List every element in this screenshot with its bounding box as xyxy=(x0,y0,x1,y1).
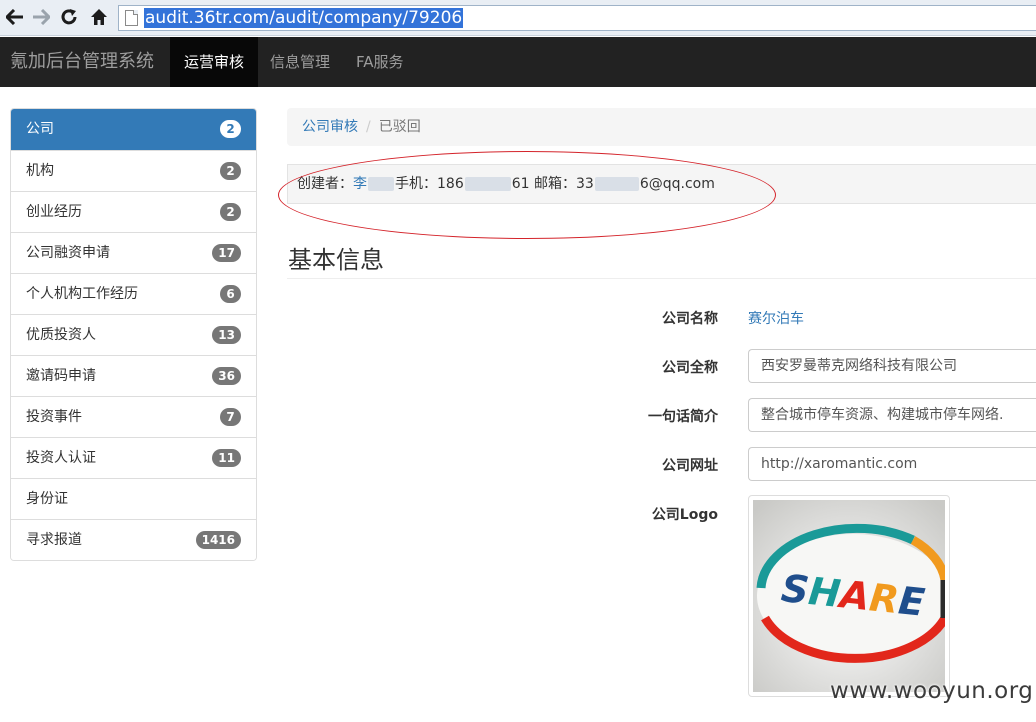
sidebar-item-label: 邀请码申请 xyxy=(26,368,96,384)
count-badge: 36 xyxy=(212,367,241,385)
sidebar-item-label: 寻求报道 xyxy=(26,532,82,548)
company-website-label: 公司网址 xyxy=(662,458,718,474)
arrow-right-icon[interactable] xyxy=(30,6,52,28)
sidebar-item-company[interactable]: 公司 2 xyxy=(11,109,256,150)
sidebar-item-investment-events[interactable]: 投资事件 7 xyxy=(11,396,256,437)
sidebar: 公司 2 机构 2 创业经历 2 公司融资申请 17 个人机构工作经历 6 优质… xyxy=(10,108,257,561)
browser-toolbar: audit.36tr.com/audit/company/79206 xyxy=(0,0,1036,36)
phone-suffix: 61 xyxy=(511,176,530,192)
count-badge: 17 xyxy=(212,244,241,262)
nav-item-fa[interactable]: FA服务 xyxy=(342,37,418,87)
sidebar-item-id-card[interactable]: 身份证 xyxy=(11,478,256,519)
sidebar-item-label: 公司融资申请 xyxy=(26,245,110,261)
email-label: 邮箱： xyxy=(534,176,577,192)
sidebar-item-work-experience[interactable]: 个人机构工作经历 6 xyxy=(11,273,256,314)
company-logo-image: SHARE xyxy=(753,500,950,692)
arrow-left-icon[interactable] xyxy=(4,6,26,28)
sidebar-item-label: 投资人认证 xyxy=(26,450,96,466)
sidebar-item-quality-investors[interactable]: 优质投资人 13 xyxy=(11,314,256,355)
brand-title[interactable]: 氪加后台管理系统 xyxy=(10,37,154,87)
url-text[interactable]: audit.36tr.com/audit/company/79206 xyxy=(144,8,464,28)
creator-label: 创建者： xyxy=(297,176,353,192)
sidebar-item-label: 公司 xyxy=(26,121,54,137)
count-badge: 2 xyxy=(220,120,241,138)
sidebar-item-startup-experience[interactable]: 创业经历 2 xyxy=(11,191,256,232)
count-badge: 2 xyxy=(220,162,241,180)
sidebar-item-press-request[interactable]: 寻求报道 1416 xyxy=(11,519,256,560)
creator-name-link[interactable]: 李 xyxy=(353,176,367,192)
home-icon[interactable] xyxy=(88,6,110,28)
breadcrumb-separator: / xyxy=(366,119,371,135)
redaction-mask xyxy=(464,177,511,191)
sidebar-item-label: 身份证 xyxy=(26,491,68,507)
company-website-field[interactable]: http://xaromantic.com xyxy=(748,447,1036,481)
sidebar-item-label: 机构 xyxy=(26,163,54,179)
nav-item-audit[interactable]: 运营审核 xyxy=(170,37,259,87)
company-name-label: 公司名称 xyxy=(662,311,718,327)
breadcrumb: 公司审核 / 已驳回 xyxy=(287,108,1036,146)
sidebar-item-institution[interactable]: 机构 2 xyxy=(11,150,256,191)
section-divider xyxy=(287,278,1036,279)
company-intro-label: 一句话简介 xyxy=(648,409,718,425)
reload-icon[interactable] xyxy=(58,6,80,28)
section-title: 基本信息 xyxy=(288,246,384,274)
count-badge: 11 xyxy=(212,449,241,467)
sidebar-item-investor-verification[interactable]: 投资人认证 11 xyxy=(11,437,256,478)
redaction-mask xyxy=(594,177,639,191)
company-name-value[interactable]: 赛尔泊车 xyxy=(748,308,804,328)
sidebar-item-label: 创业经历 xyxy=(26,204,82,220)
email-prefix: 33 xyxy=(576,176,594,192)
breadcrumb-current: 已驳回 xyxy=(378,119,421,135)
creator-info: 创建者：李 手机：186 61 邮箱：33 6@qq.com xyxy=(287,164,1036,204)
company-fullname-field[interactable]: 西安罗曼蒂克网络科技有限公司 xyxy=(748,349,1036,383)
count-badge: 2 xyxy=(220,203,241,221)
company-fullname-label: 公司全称 xyxy=(662,360,718,376)
nav-item-info[interactable]: 信息管理 xyxy=(256,37,344,87)
breadcrumb-link[interactable]: 公司审核 xyxy=(302,119,358,135)
redaction-mask xyxy=(368,177,394,191)
count-badge: 7 xyxy=(220,408,241,426)
address-bar[interactable]: audit.36tr.com/audit/company/79206 xyxy=(118,5,1036,31)
company-logo-label: 公司Logo xyxy=(651,507,718,523)
sidebar-item-invite-code[interactable]: 邀请码申请 36 xyxy=(11,355,256,396)
watermark: www.wooyun.org xyxy=(830,678,1034,704)
sidebar-item-label: 优质投资人 xyxy=(26,327,96,343)
phone-label: 手机： xyxy=(395,176,437,192)
company-logo-thumbnail[interactable]: SHARE xyxy=(748,495,950,697)
sidebar-item-financing-application[interactable]: 公司融资申请 17 xyxy=(11,232,256,273)
company-intro-field[interactable]: 整合城市停车资源、构建城市停车网络. xyxy=(748,398,1036,432)
phone-prefix: 186 xyxy=(437,176,464,192)
count-badge: 6 xyxy=(220,285,241,303)
sidebar-item-label: 投资事件 xyxy=(26,409,82,425)
top-navbar: 氪加后台管理系统 运营审核 信息管理 FA服务 xyxy=(0,37,1036,87)
sidebar-item-label: 个人机构工作经历 xyxy=(26,286,138,302)
count-badge: 13 xyxy=(212,326,241,344)
page-icon xyxy=(125,10,138,26)
email-suffix: 6@qq.com xyxy=(639,176,715,192)
count-badge: 1416 xyxy=(195,531,241,549)
